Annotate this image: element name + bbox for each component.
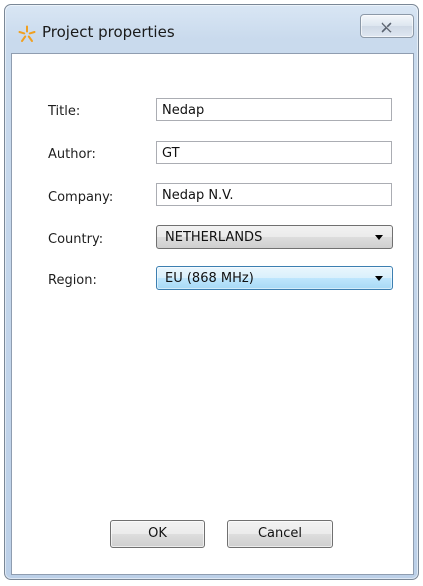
title-label: Title: <box>48 104 81 119</box>
country-label: Country: <box>48 232 104 247</box>
dialog-content: Title: Nedap Author: GT Company: Nedap N… <box>11 53 414 575</box>
title-field[interactable]: Nedap <box>156 98 392 121</box>
company-field[interactable]: Nedap N.V. <box>156 183 392 206</box>
author-label: Author: <box>48 147 96 162</box>
region-select[interactable]: EU (868 MHz) <box>156 266 393 290</box>
close-button[interactable] <box>360 14 414 38</box>
close-icon <box>381 20 392 33</box>
region-label: Region: <box>48 273 97 288</box>
author-field[interactable]: GT <box>156 141 392 164</box>
region-select-value: EU (868 MHz) <box>165 271 254 286</box>
chevron-down-icon <box>375 276 383 281</box>
country-select-value: NETHERLANDS <box>165 230 263 245</box>
star-icon <box>18 25 36 43</box>
project-properties-dialog: Project properties Title: Nedap Author: … <box>4 4 419 580</box>
dialog-title: Project properties <box>42 23 175 41</box>
ok-button[interactable]: OK <box>110 520 205 548</box>
chevron-down-icon <box>375 235 383 240</box>
cancel-button[interactable]: Cancel <box>227 520 333 548</box>
company-label: Company: <box>48 190 114 205</box>
country-select[interactable]: NETHERLANDS <box>156 225 393 249</box>
title-bar[interactable]: Project properties <box>5 5 418 55</box>
